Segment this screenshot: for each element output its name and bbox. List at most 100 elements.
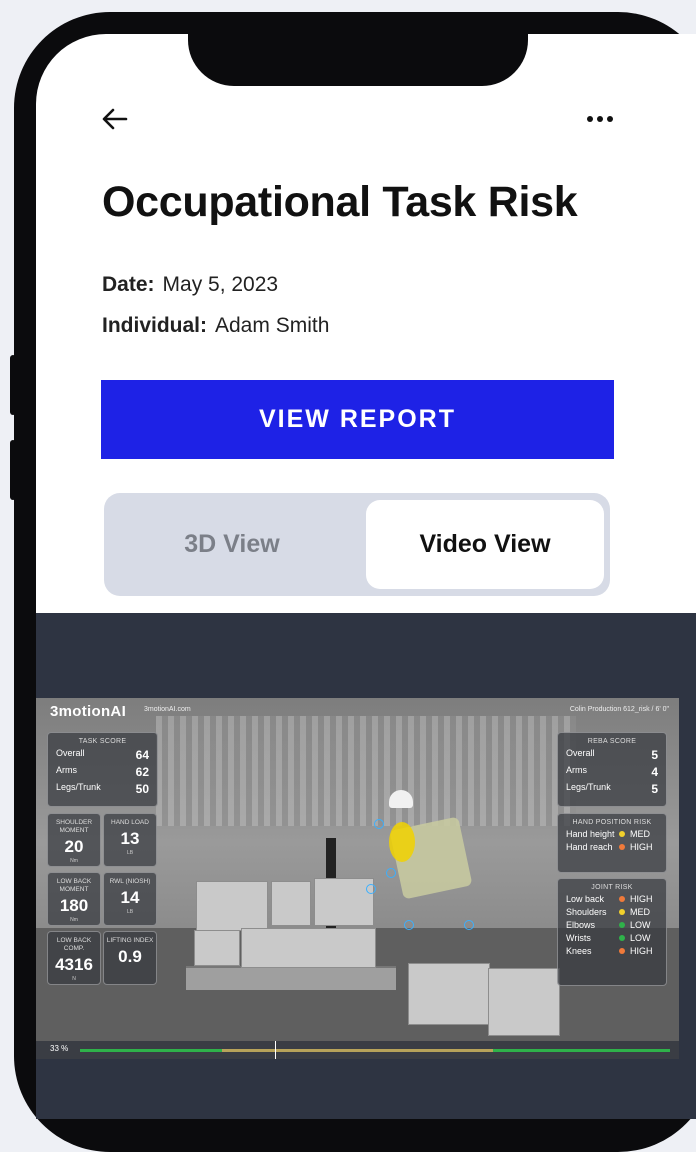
joint-marker: [374, 819, 384, 829]
metric-label: RWL (NIOSH): [109, 878, 151, 885]
hand-position-risk-title: HAND POSITION RISK: [572, 819, 652, 826]
more-options-icon[interactable]: [584, 110, 618, 128]
scene-box: [488, 968, 560, 1036]
score-row: Arms 62: [48, 765, 157, 779]
joint-marker: [366, 884, 376, 894]
metric-unit: LB: [126, 909, 134, 915]
metric-unit: N: [72, 976, 76, 982]
metric-value: 20: [64, 837, 84, 856]
risk-level: LOW: [630, 933, 651, 943]
timeline-segment-low: [80, 1049, 222, 1052]
page-title: Occupational Task Risk: [102, 178, 578, 226]
risk-dot: [619, 844, 625, 850]
risk-level: MED: [630, 829, 650, 839]
metric-unit: Nm: [70, 858, 78, 864]
risk-level: MED: [630, 907, 650, 917]
reba-score-panel: REBA SCORE Overall 5 Arms 4 Legs/Trunk 5: [557, 732, 667, 807]
view-toggle: 3D View Video View: [104, 493, 610, 596]
metric-tile: RWL (NIOSH) 14 LB: [103, 872, 157, 926]
joint-risk-panel: JOINT RISK Low back HIGH Shoulders MED Elb…: [557, 878, 667, 986]
risk-dot: [619, 831, 625, 837]
progress-label: 33 %: [50, 1044, 69, 1053]
risk-dot: [619, 909, 625, 915]
timeline-segment-low: [493, 1049, 670, 1052]
metric-value: 180: [59, 896, 89, 915]
task-score-title: TASK SCORE: [78, 738, 127, 745]
back-arrow-icon[interactable]: [100, 104, 130, 134]
brand-logo: 3motionAI: [50, 703, 127, 720]
risk-row: Hand height MED: [558, 829, 666, 839]
metric-tile: LOW BACK MOMENT 180 Nm: [47, 872, 101, 926]
metric-value: 4316: [55, 955, 93, 974]
joint-marker: [386, 868, 396, 878]
reba-score-title: REBA SCORE: [587, 738, 637, 745]
score-row: Legs/Trunk 5: [558, 782, 666, 796]
risk-label: Shoulders: [566, 907, 607, 917]
date-label: Date:: [102, 273, 155, 296]
scene-box: [194, 930, 240, 966]
scene-box: [241, 928, 376, 968]
background-wall: [156, 716, 576, 826]
hand-position-risk-panel: HAND POSITION RISK Hand height MED Hand r…: [557, 813, 667, 873]
risk-level: HIGH: [630, 842, 653, 852]
timeline-track[interactable]: [80, 1041, 670, 1059]
tab-3d-view[interactable]: 3D View: [110, 500, 354, 589]
risk-label: Hand reach: [566, 842, 613, 852]
risk-label: Low back: [566, 894, 605, 904]
subject-label: Colin Production 612_risk / 6' 0": [569, 706, 669, 713]
score-value: 5: [651, 748, 658, 762]
scene-box: [408, 963, 490, 1025]
video-frame[interactable]: 3motionAI 3motionAI.com Colin Production…: [36, 698, 679, 1059]
phone-notch: [188, 12, 528, 86]
individual-value: Adam Smith: [215, 314, 330, 337]
scene-box: [314, 878, 374, 926]
metric-label: SHOULDER MOMENT: [55, 819, 93, 834]
risk-row: Knees HIGH: [558, 946, 666, 956]
score-label: Legs/Trunk: [566, 782, 611, 792]
metric-value: 13: [120, 829, 140, 848]
risk-row: Wrists LOW: [558, 933, 666, 943]
date-value: May 5, 2023: [162, 273, 279, 296]
risk-row: Shoulders MED: [558, 907, 666, 917]
risk-level: LOW: [630, 920, 651, 930]
metric-tile: HAND LOAD 13 LB: [103, 813, 157, 867]
metric-tile: SHOULDER MOMENT 20 Nm: [47, 813, 101, 867]
risk-dot: [619, 948, 625, 954]
risk-row: Low back HIGH: [558, 894, 666, 904]
pallet: [186, 966, 396, 990]
individual-label: Individual:: [102, 314, 207, 337]
joint-marker: [404, 920, 414, 930]
risk-dot: [619, 922, 625, 928]
risk-dot: [619, 935, 625, 941]
view-report-button[interactable]: VIEW REPORT: [101, 380, 614, 459]
individual-line: Individual: Adam Smith: [102, 314, 329, 338]
metric-value: 14: [120, 888, 140, 907]
risk-level: HIGH: [630, 894, 653, 904]
video-timeline[interactable]: 33 %: [36, 1041, 679, 1059]
risk-label: Elbows: [566, 920, 596, 930]
score-label: Overall: [566, 748, 595, 758]
task-score-panel: TASK SCORE Overall 64 Arms 62 Legs/Trunk 50: [47, 732, 158, 807]
metric-tile: LIFTING INDEX 0.9: [103, 931, 157, 985]
risk-dot: [619, 896, 625, 902]
risk-level: HIGH: [630, 946, 653, 956]
score-label: Overall: [56, 748, 85, 758]
date-line: Date: May 5, 2023: [102, 273, 278, 297]
risk-row: Hand reach HIGH: [558, 842, 666, 852]
tab-video-view[interactable]: Video View: [366, 500, 604, 589]
metric-label: LIFTING INDEX: [106, 937, 154, 944]
brand-url: 3motionAI.com: [144, 706, 191, 713]
joint-marker: [464, 920, 474, 930]
score-row: Overall 5: [558, 748, 666, 762]
timeline-playhead[interactable]: [274, 1041, 276, 1059]
score-label: Arms: [566, 765, 587, 775]
metric-label: LOW BACK COMP.: [56, 937, 92, 952]
timeline-segment-med: [221, 1049, 493, 1052]
metric-value: 0.9: [118, 947, 142, 966]
score-row: Overall 64: [48, 748, 157, 762]
score-value: 62: [135, 765, 149, 779]
metric-unit: Nm: [70, 917, 78, 923]
risk-row: Elbows LOW: [558, 920, 666, 930]
scene-box: [271, 881, 311, 926]
score-value: 4: [651, 765, 658, 779]
